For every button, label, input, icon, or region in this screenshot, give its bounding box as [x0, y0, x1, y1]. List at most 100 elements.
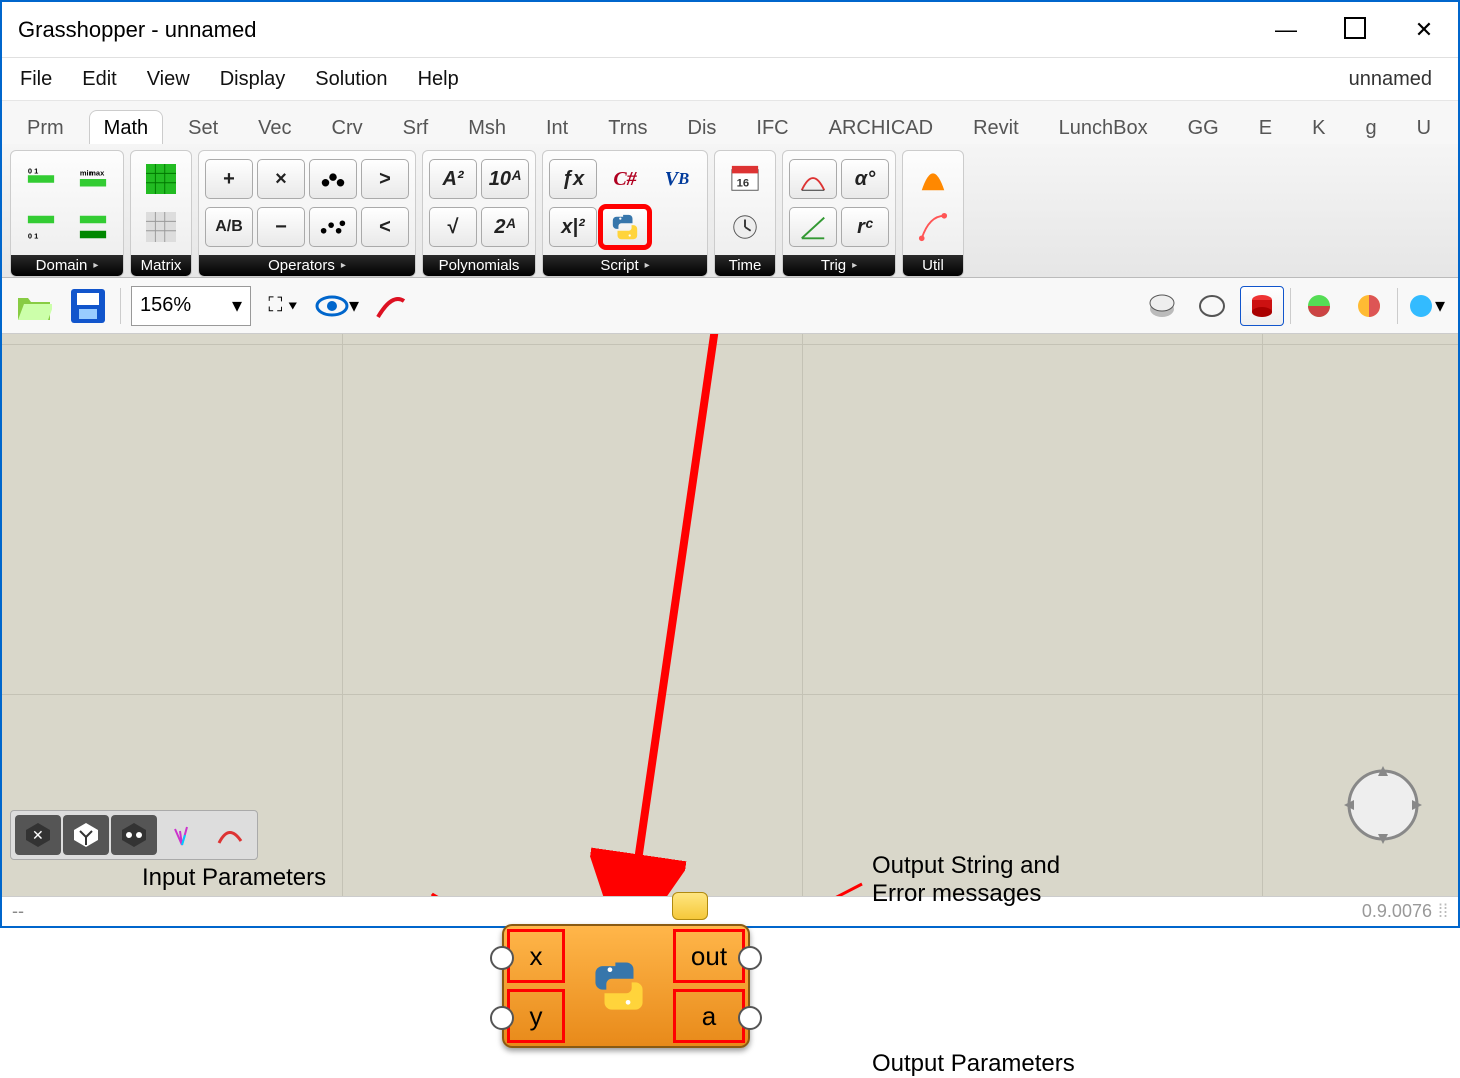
zoom-extents-button[interactable]: ⛶ ▾: [261, 286, 305, 326]
python-logo-icon: [568, 926, 670, 1046]
op-add-button[interactable]: +: [205, 159, 253, 199]
dock-tree-icon[interactable]: [63, 815, 109, 855]
tab-vec[interactable]: Vec: [243, 110, 306, 144]
annotation-input-label: Input Parameters: [142, 864, 326, 892]
shade-icon[interactable]: [1140, 286, 1184, 326]
script-x2-button[interactable]: x|²: [549, 207, 597, 247]
title-bar: Grasshopper - unnamed — ✕: [2, 2, 1458, 58]
trig-alpha-button[interactable]: α°: [841, 159, 889, 199]
tab-crv[interactable]: Crv: [317, 110, 378, 144]
dock-curve-icon[interactable]: [207, 815, 253, 855]
script-python-button[interactable]: [601, 207, 649, 247]
maximize-button[interactable]: [1344, 17, 1366, 39]
open-file-button[interactable]: [12, 286, 56, 326]
tab-g[interactable]: g: [1350, 110, 1391, 144]
domain-bounds-icon[interactable]: minmax: [69, 159, 117, 199]
tab-int[interactable]: Int: [531, 110, 583, 144]
trig-arc-icon[interactable]: [789, 159, 837, 199]
minimize-button[interactable]: —: [1264, 17, 1308, 43]
tab-prm[interactable]: Prm: [12, 110, 79, 144]
menu-help[interactable]: Help: [418, 68, 459, 91]
tab-u[interactable]: U: [1402, 110, 1446, 144]
domain-remap-icon[interactable]: [69, 207, 117, 247]
panel-script: ƒx x|² C# VB Script▸: [542, 150, 708, 277]
op-greater-button[interactable]: >: [361, 159, 409, 199]
wire-icon[interactable]: [1190, 286, 1234, 326]
util-bell-icon[interactable]: [909, 159, 957, 199]
node-output-out[interactable]: out: [673, 929, 745, 983]
close-button[interactable]: ✕: [1402, 17, 1446, 43]
python-script-node[interactable]: x y out a: [502, 924, 750, 1048]
menu-view[interactable]: View: [147, 68, 190, 91]
node-input-x[interactable]: x: [507, 929, 565, 983]
tab-k[interactable]: K: [1297, 110, 1340, 144]
blue-ball-icon[interactable]: ▾: [1404, 286, 1448, 326]
script-csharp-button[interactable]: C#: [601, 159, 649, 199]
panel-time-label: Time: [729, 257, 762, 274]
menu-file[interactable]: File: [20, 68, 52, 91]
poly-sqrt-button[interactable]: √: [429, 207, 477, 247]
poly-pow2-button[interactable]: 2ᴬ: [481, 207, 529, 247]
zoom-select[interactable]: 156%▾: [131, 286, 251, 326]
poly-pow10-button[interactable]: 10ᴬ: [481, 159, 529, 199]
op-subtract-button[interactable]: −: [257, 207, 305, 247]
dock-hex3-icon[interactable]: [111, 815, 157, 855]
op-cloud1-icon[interactable]: [309, 159, 357, 199]
save-file-button[interactable]: [66, 286, 110, 326]
time-clock-icon[interactable]: [721, 207, 769, 247]
dock-hex1-icon[interactable]: ✕: [15, 815, 61, 855]
tab-msh[interactable]: Msh: [453, 110, 521, 144]
tab-archicad[interactable]: ARCHICAD: [814, 110, 948, 144]
resize-grip-icon[interactable]: ⁞⁞: [1438, 901, 1448, 922]
dock-spark-icon[interactable]: [159, 815, 205, 855]
menu-display[interactable]: Display: [220, 68, 286, 91]
node-grip-y[interactable]: [490, 1006, 514, 1030]
tab-math[interactable]: Math: [89, 110, 163, 144]
tab-srf[interactable]: Srf: [388, 110, 444, 144]
tab-e[interactable]: E: [1244, 110, 1287, 144]
node-tooltip-icon[interactable]: [672, 892, 708, 920]
svg-text:max: max: [89, 168, 105, 177]
domain-construct-icon[interactable]: 0 1: [17, 159, 65, 199]
util-interpolate-icon[interactable]: [909, 207, 957, 247]
tab-ifc[interactable]: IFC: [741, 110, 803, 144]
panel-domain: 0 1 0 1 minmax Domain▸: [10, 150, 124, 277]
tab-revit[interactable]: Revit: [958, 110, 1034, 144]
tab-gg[interactable]: GG: [1173, 110, 1234, 144]
tab-lunchbox[interactable]: LunchBox: [1044, 110, 1163, 144]
domain-deconstruct-icon[interactable]: 0 1: [17, 207, 65, 247]
file-toolbar: 156%▾ ⛶ ▾ ▾ ▾: [2, 278, 1458, 334]
node-output-a[interactable]: a: [673, 989, 745, 1043]
op-cloud2-icon[interactable]: [309, 207, 357, 247]
time-calendar-icon[interactable]: 16: [721, 159, 769, 199]
trig-rad-button[interactable]: rᶜ: [841, 207, 889, 247]
op-multiply-button[interactable]: ×: [257, 159, 305, 199]
node-grip-out[interactable]: [738, 946, 762, 970]
canvas[interactable]: x y out a Input Parameters Output String…: [2, 334, 1458, 896]
tab-trns[interactable]: Trns: [593, 110, 662, 144]
tab-set[interactable]: Set: [173, 110, 233, 144]
op-divide-button[interactable]: A/B: [205, 207, 253, 247]
tab-dis[interactable]: Dis: [673, 110, 732, 144]
script-vb-button[interactable]: VB: [653, 159, 701, 199]
node-grip-x[interactable]: [490, 946, 514, 970]
node-input-y[interactable]: y: [507, 989, 565, 1043]
script-fx-button[interactable]: ƒx: [549, 159, 597, 199]
status-left: --: [12, 901, 24, 922]
node-grip-a[interactable]: [738, 1006, 762, 1030]
op-less-button[interactable]: <: [361, 207, 409, 247]
sketch-button[interactable]: [369, 286, 413, 326]
panel-operators: + A/B × − > < Operators▸: [198, 150, 416, 277]
matrix-green-icon[interactable]: [137, 159, 185, 199]
trig-angle-icon[interactable]: [789, 207, 837, 247]
menu-solution[interactable]: Solution: [315, 68, 387, 91]
poly-square-button[interactable]: A²: [429, 159, 477, 199]
compass-widget[interactable]: [1338, 760, 1428, 850]
orange-ball-icon[interactable]: [1347, 286, 1391, 326]
preview-toggle-button[interactable]: ▾: [315, 286, 359, 326]
red-cylinder-icon[interactable]: [1240, 286, 1284, 326]
green-ball-icon[interactable]: [1297, 286, 1341, 326]
matrix-gray-icon[interactable]: [137, 207, 185, 247]
panel-polynomials: A² √ 10ᴬ 2ᴬ Polynomials: [422, 150, 536, 277]
menu-edit[interactable]: Edit: [82, 68, 116, 91]
